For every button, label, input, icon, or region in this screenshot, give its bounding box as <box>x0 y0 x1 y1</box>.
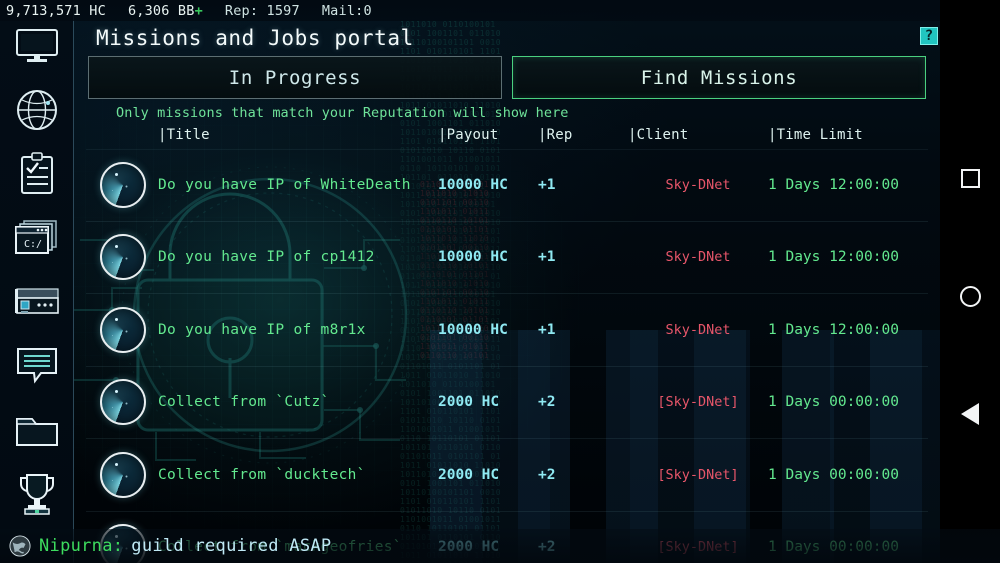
status-reputation: Rep: 1597 <box>224 2 300 19</box>
chat-username: Nipurna: <box>39 536 124 556</box>
sidebar-item-tasks[interactable] <box>12 152 62 196</box>
mission-time-limit: 1 Days 12:00:00 <box>768 321 899 338</box>
game-screen: 1011010 0110100101 0101 1001101 011010 1… <box>0 0 1000 563</box>
android-nav-bar <box>940 0 1000 563</box>
missions-list: Do you have IP of WhiteDeath 10000 HC +1 Sk… <box>86 149 928 563</box>
mission-time-limit: 1 Days 12:00:00 <box>768 249 899 266</box>
mission-payout: 10000 HC <box>438 321 508 338</box>
chat-message: guild required ASAP <box>131 536 332 556</box>
mission-rep: +1 <box>538 177 556 194</box>
mission-row-icon-cell <box>86 306 158 353</box>
mission-payout: 2000 HC <box>438 394 500 411</box>
mission-row-icon-cell <box>86 379 158 426</box>
mission-time-limit: 1 Days 00:00:00 <box>768 394 899 411</box>
terminal-label: C:/ <box>24 239 42 250</box>
left-sidebar: C:/ <box>0 0 74 563</box>
tab-bar: In Progress Find Missions <box>86 56 928 99</box>
mission-rep: +2 <box>538 394 556 411</box>
col-rep: |Rep <box>538 127 573 143</box>
radar-icon <box>100 162 146 209</box>
radar-icon <box>100 234 146 281</box>
square-icon <box>960 169 980 189</box>
mission-row[interactable]: Collect from `Cutz` 2000 HC +2 [Sky-DNet] 1 … <box>86 367 928 439</box>
folder-icon <box>15 418 58 446</box>
mission-title: Collect from `ducktech` <box>158 466 366 483</box>
mission-row-icon-cell <box>86 234 158 281</box>
tab-find-missions[interactable]: Find Missions <box>512 56 926 99</box>
sidebar-item-chat[interactable] <box>12 344 62 388</box>
clipboard-check-icon <box>20 152 53 194</box>
sidebar-item-monitor[interactable] <box>12 24 62 68</box>
mission-row[interactable]: Do you have IP of WhiteDeath 10000 HC +1 Sk… <box>86 149 928 222</box>
sidebar-item-achievements[interactable] <box>12 472 62 516</box>
radar-icon <box>100 306 146 353</box>
mission-row-icon-cell <box>86 451 158 498</box>
radar-icon <box>100 379 146 426</box>
col-payout: |Payout <box>438 127 499 143</box>
status-bar: 9,713,571 HC 6,306 BB + Rep: 1597 Mail:0 <box>0 0 1000 21</box>
chat-bubble-icon <box>16 348 57 384</box>
help-icon[interactable]: ? <box>920 27 938 45</box>
monitor-icon <box>15 29 58 62</box>
globe-icon <box>16 90 57 130</box>
back-button[interactable] <box>957 401 983 427</box>
mission-title: Do you have IP of m8r1x <box>158 321 366 338</box>
mission-row[interactable]: Do you have IP of m8r1x 10000 HC +1 Sky-DNe… <box>86 294 928 367</box>
mission-rep: +1 <box>538 321 556 338</box>
trophy-icon <box>19 474 54 515</box>
mission-row[interactable]: Collect from `ducktech` 2000 HC +2 [Sky-DNe… <box>86 439 928 512</box>
col-time-limit: |Time Limit <box>768 127 863 143</box>
mission-client: [Sky-DNet] <box>657 394 739 411</box>
recents-button[interactable] <box>957 166 983 192</box>
mission-row[interactable]: Do you have IP of cp1412 10000 HC +1 Sky-DN… <box>86 222 928 294</box>
reputation-hint: Only missions that match your Reputation… <box>116 105 569 121</box>
home-button[interactable] <box>957 283 983 309</box>
tab-in-progress[interactable]: In Progress <box>88 56 502 99</box>
mission-row-icon-cell <box>86 162 158 209</box>
circuit-board-icon <box>14 288 59 314</box>
mission-time-limit: 1 Days 12:00:00 <box>768 177 899 194</box>
mission-time-limit: 1 Days 00:00:00 <box>768 466 899 483</box>
page-title: Missions and Jobs portal <box>96 26 414 50</box>
mission-rep: +2 <box>538 466 556 483</box>
circle-icon <box>959 285 981 307</box>
column-headers: |Title |Payout |Rep |Client |Time Limit <box>86 123 928 149</box>
sidebar-item-hardware[interactable] <box>12 280 62 324</box>
sidebar-item-files[interactable] <box>12 408 62 452</box>
triangle-icon <box>961 403 979 426</box>
col-client: |Client <box>628 127 689 143</box>
mission-rep: +1 <box>538 249 556 266</box>
mission-title: Collect from `Cutz` <box>158 394 330 411</box>
radar-icon <box>100 451 146 498</box>
mission-title: Do you have IP of WhiteDeath <box>158 177 411 194</box>
mission-client: Sky-DNet <box>665 177 731 194</box>
mission-client: Sky-DNet <box>665 321 731 338</box>
sidebar-item-terminal[interactable]: C:/ <box>12 216 62 260</box>
status-hackcoin: 9,713,571 HC <box>6 2 106 19</box>
terminal-windows-icon: C:/ <box>14 220 57 254</box>
globe-chat-icon <box>9 535 31 557</box>
status-bitblock: 6,306 BB <box>127 2 195 19</box>
status-mail[interactable]: Mail:0 <box>322 3 372 19</box>
missions-panel: Missions and Jobs portal ? In Progress F… <box>74 21 940 563</box>
mission-client: Sky-DNet <box>665 249 731 266</box>
chat-bar[interactable]: Nipurna: guild required ASAP <box>0 529 1000 563</box>
add-bitblock-icon[interactable]: + <box>195 3 203 19</box>
col-title: |Title <box>158 127 210 143</box>
mission-payout: 2000 HC <box>438 466 500 483</box>
mission-payout: 10000 HC <box>438 249 508 266</box>
mission-payout: 10000 HC <box>438 177 508 194</box>
sidebar-item-globe[interactable] <box>12 88 62 132</box>
mission-client: [Sky-DNet] <box>657 466 739 483</box>
mission-title: Do you have IP of cp1412 <box>158 249 375 266</box>
